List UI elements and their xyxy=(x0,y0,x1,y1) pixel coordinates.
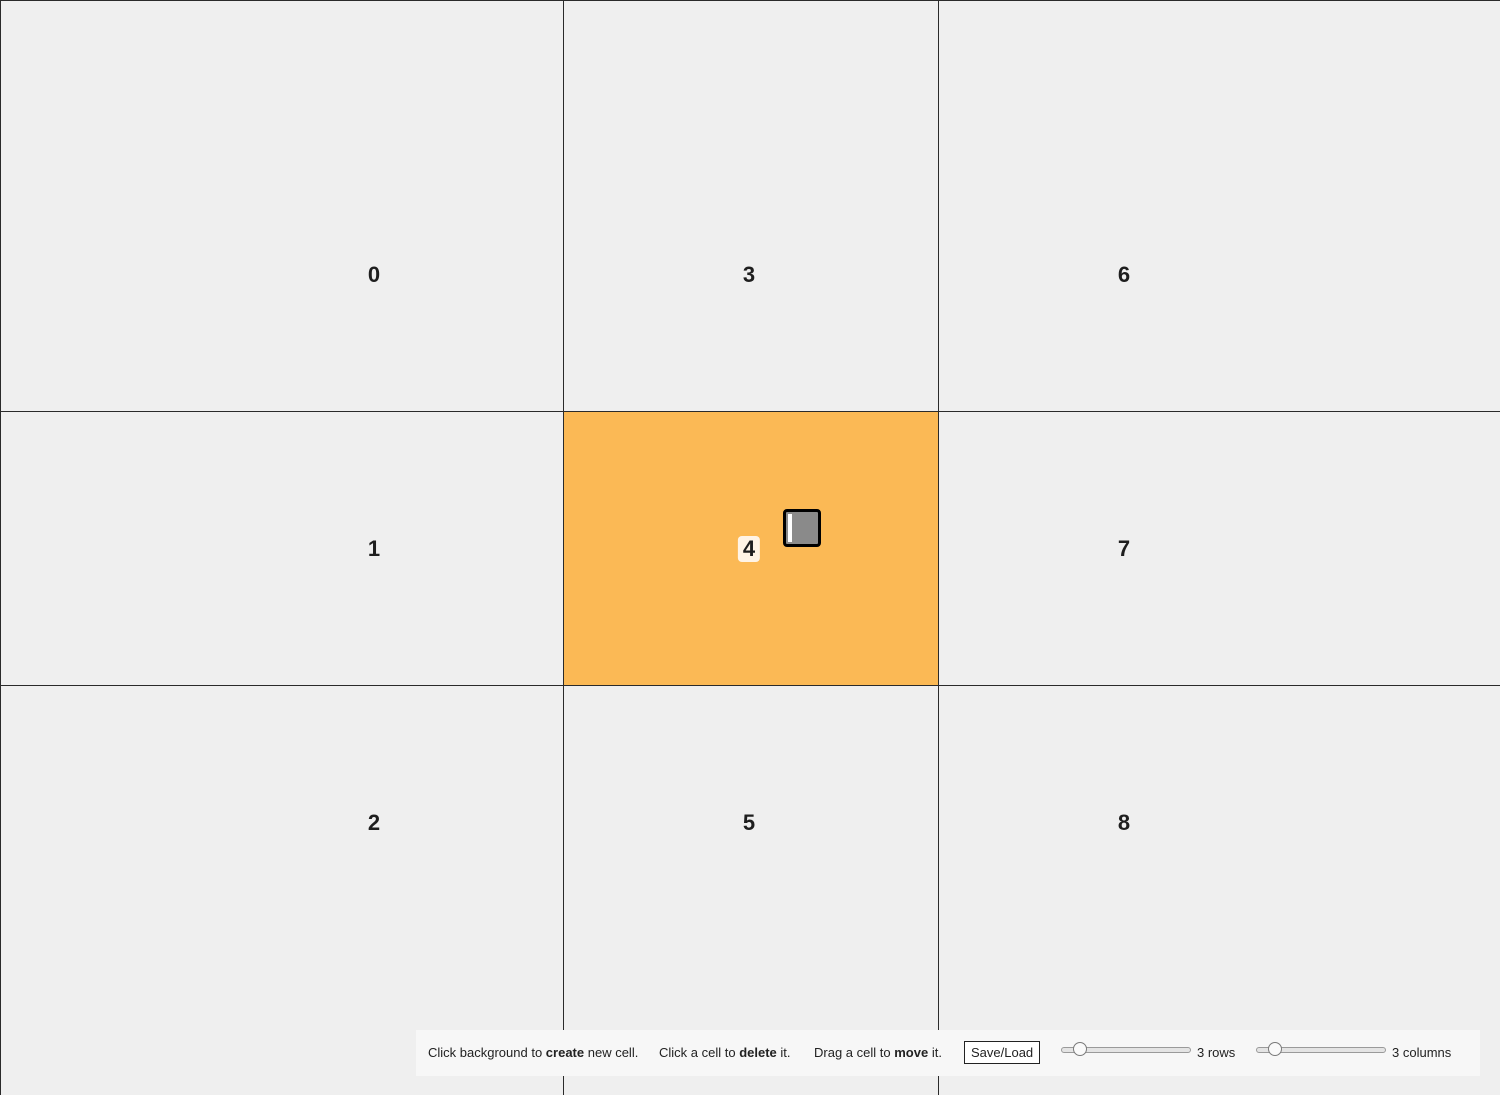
cell-label: 1 xyxy=(367,536,381,561)
rows-slider-thumb[interactable] xyxy=(1073,1042,1088,1056)
columns-value: 3 columns xyxy=(1392,1045,1452,1060)
cell-label: 4 xyxy=(737,536,761,562)
grid-cell[interactable]: 6 xyxy=(938,0,1500,412)
hint-delete-suffix: it. xyxy=(780,1045,791,1060)
hint-delete-text: Click a cell to xyxy=(659,1045,736,1060)
hint-move-keyword: move xyxy=(894,1045,929,1060)
resize-handle-icon[interactable] xyxy=(783,509,821,547)
grid-canvas[interactable]: 0 1 2 3 4 5 6 7 8 Click background to cr… xyxy=(0,0,1500,1095)
cell-label: 8 xyxy=(1117,810,1131,835)
hint-create-keyword: create xyxy=(545,1045,585,1060)
save-load-button[interactable]: Save/Load xyxy=(964,1041,1041,1064)
rows-value: 3 rows xyxy=(1197,1045,1236,1060)
grid-cell-selected[interactable]: 4 xyxy=(563,411,939,686)
cell-label: 6 xyxy=(1117,262,1131,287)
hint-delete-keyword: delete xyxy=(739,1045,777,1060)
grid-cell[interactable]: 1 xyxy=(0,411,564,686)
cell-label: 7 xyxy=(1117,536,1131,561)
cell-label: 2 xyxy=(367,810,381,835)
hint-move-suffix: it. xyxy=(931,1045,942,1060)
columns-slider[interactable] xyxy=(1256,1042,1386,1057)
hint-create: Click background to create new cell. xyxy=(428,1045,638,1060)
grid-cell[interactable]: 7 xyxy=(938,411,1500,686)
grid-cell[interactable]: 3 xyxy=(563,0,939,412)
hint-delete: Click a cell to delete it. xyxy=(659,1045,791,1060)
rows-slider[interactable] xyxy=(1061,1042,1191,1057)
columns-slider-thumb[interactable] xyxy=(1268,1042,1283,1056)
hint-create-text: Click background to xyxy=(428,1045,543,1060)
cell-label: 5 xyxy=(742,810,756,835)
hint-move-text: Drag a cell to xyxy=(814,1045,891,1060)
hint-create-suffix: new cell. xyxy=(587,1045,639,1060)
grid-cell[interactable]: 0 xyxy=(0,0,564,412)
cell-label: 0 xyxy=(367,262,381,287)
cell-label: 3 xyxy=(742,262,756,287)
toolbar: Click background to create new cell. Cli… xyxy=(416,1030,1480,1076)
handle-edge xyxy=(788,514,792,542)
hint-move: Drag a cell to move it. xyxy=(814,1045,942,1060)
